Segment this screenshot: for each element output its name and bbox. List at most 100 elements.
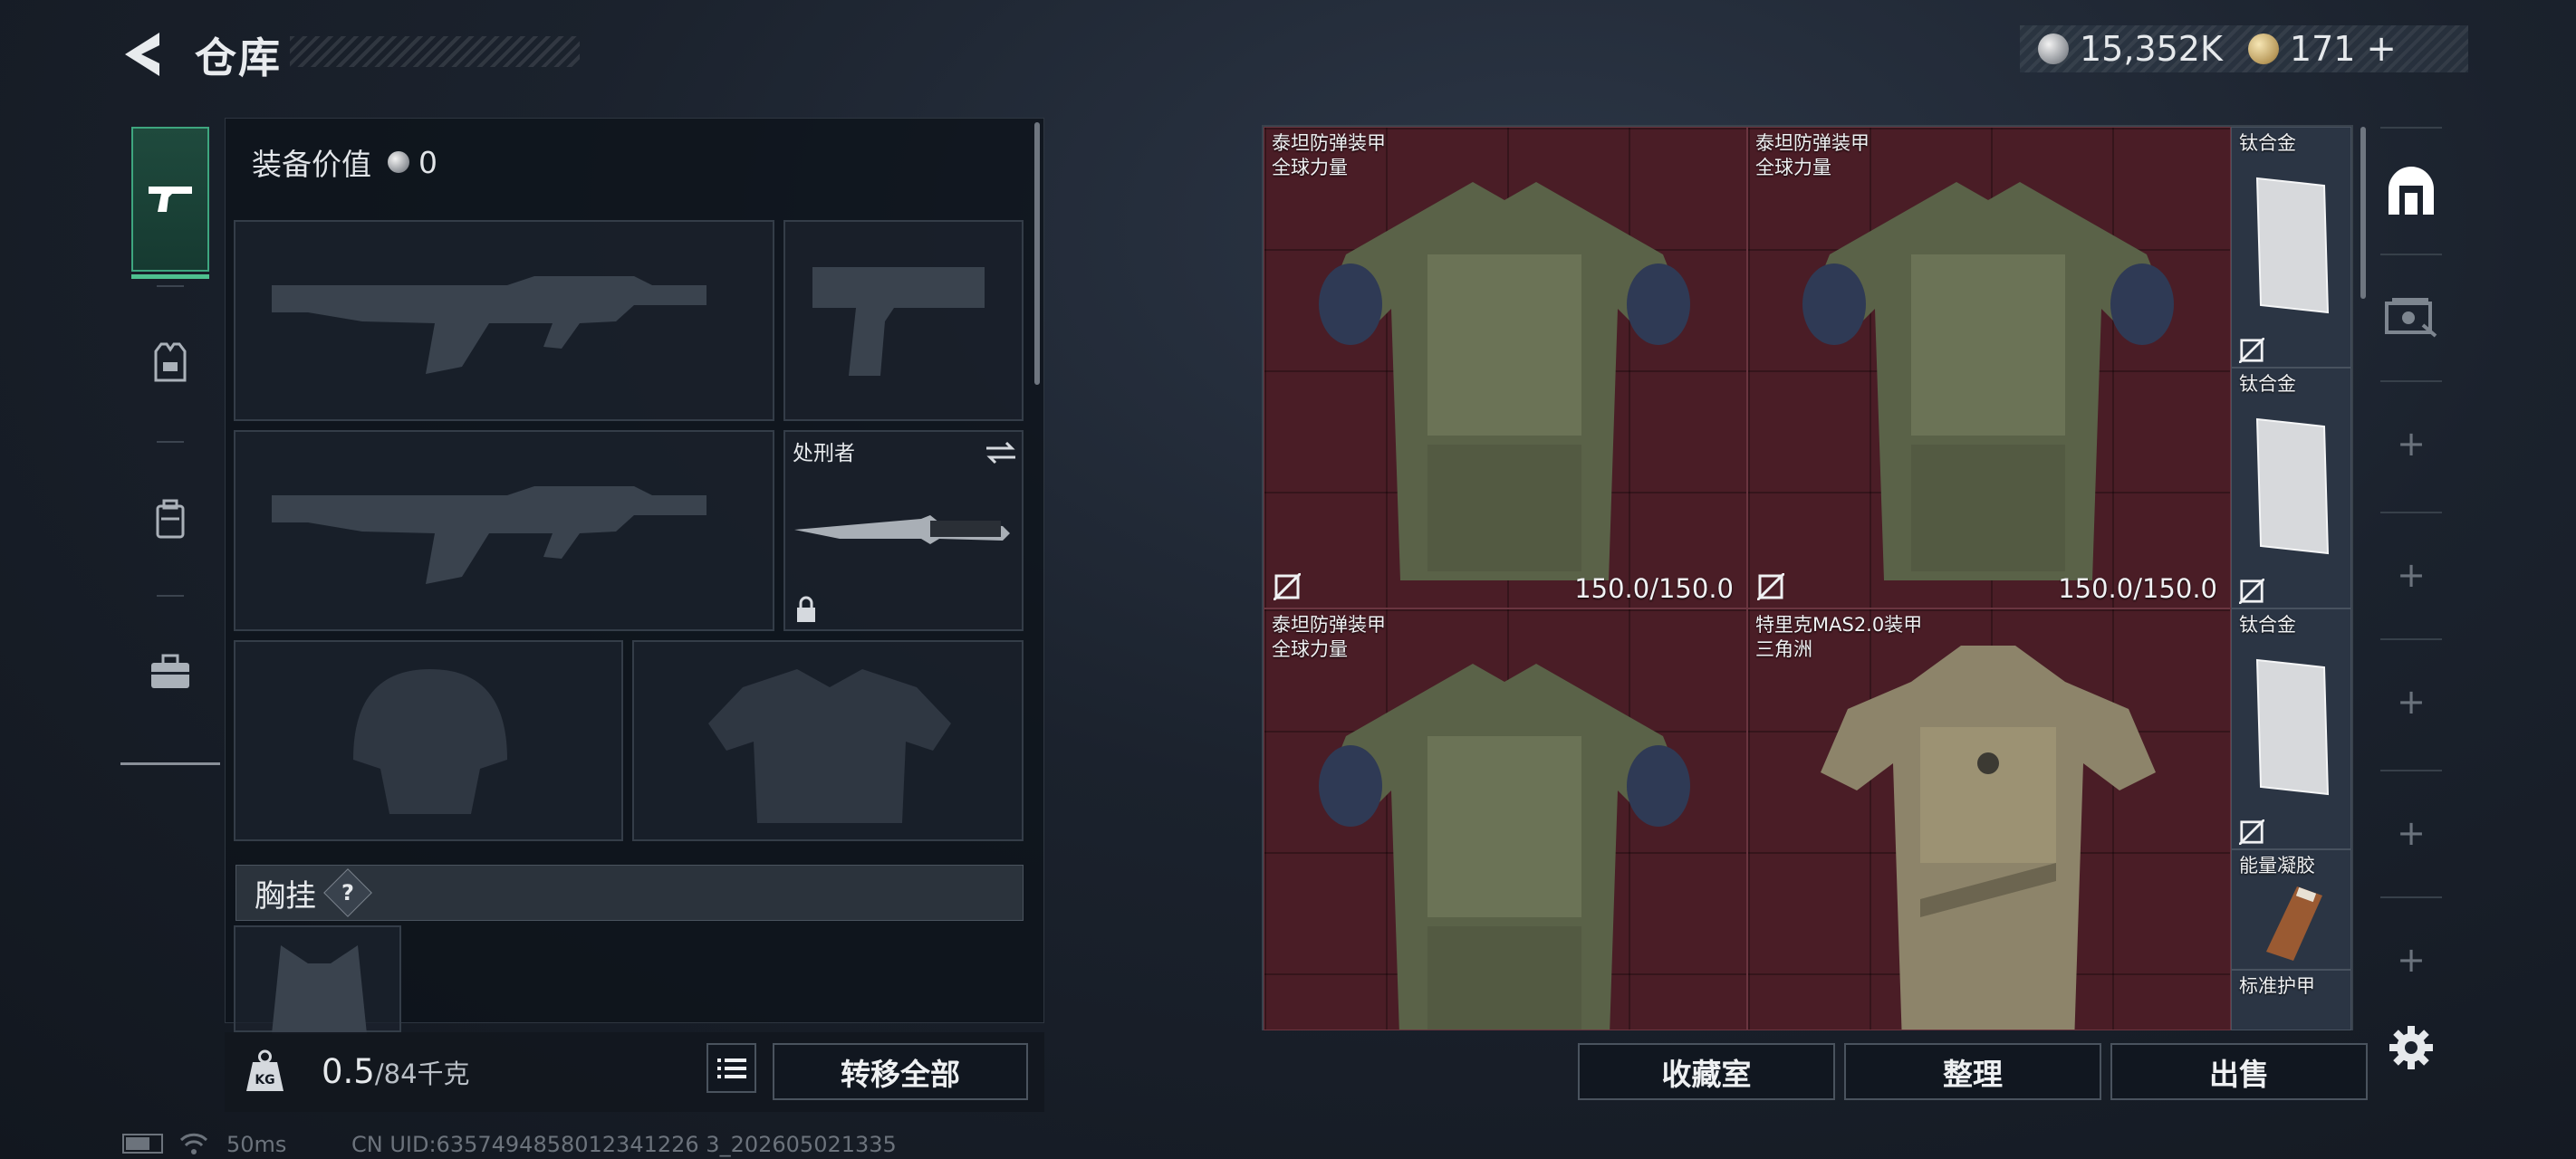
- left-nav: [120, 122, 220, 765]
- weight-icon: KG: [246, 1049, 284, 1091]
- silver-coin-icon: [388, 151, 409, 173]
- vest-icon: [154, 342, 187, 382]
- plus-icon: +: [2397, 555, 2426, 595]
- currency-bar: 15,352K 171 +: [2020, 25, 2468, 72]
- pistol-silhouette-icon: [812, 267, 985, 376]
- gold-coin-icon: [2247, 34, 2279, 64]
- gold-amount: 171: [2289, 29, 2356, 69]
- plus-icon: +: [2397, 682, 2426, 722]
- lock-icon: [797, 596, 815, 622]
- nav-case[interactable]: [131, 599, 209, 744]
- equipment-scrollbar[interactable]: [1034, 122, 1040, 385]
- rifle-silhouette-icon: [272, 486, 706, 584]
- chest-rig-slot[interactable]: [234, 925, 401, 1034]
- item-name: 钛合金: [2239, 132, 2296, 154]
- item-name-line2: 全球力量: [1272, 157, 1348, 178]
- nav-weapons[interactable]: [131, 127, 209, 279]
- item-name-line2: 全球力量: [1272, 638, 1348, 660]
- warehouse-icon: [2389, 167, 2434, 215]
- plus-icon: +: [2397, 424, 2426, 464]
- stash-item[interactable]: 钛合金: [2231, 608, 2351, 849]
- energy-gel-image: [2266, 886, 2322, 961]
- weight-max: /84千克: [374, 1058, 470, 1089]
- item-durability: 150.0/150.0: [2058, 573, 2217, 604]
- no-insure-icon: [2239, 338, 2264, 363]
- no-insure-icon: [1274, 573, 1301, 600]
- stash-item[interactable]: 泰坦防弹装甲 全球力量 150.0/150.0: [1747, 127, 2231, 608]
- add-stash-page-button[interactable]: +: [2375, 783, 2447, 883]
- mas-armor-image: [1821, 646, 2156, 1030]
- item-name: 泰坦防弹装甲 全球力量: [1272, 131, 1386, 180]
- add-stash-page-button[interactable]: +: [2375, 652, 2447, 752]
- transfer-all-button[interactable]: 转移全部: [773, 1043, 1028, 1100]
- item-name: 特里克MAS2.0装甲 三角洲: [1755, 613, 1922, 662]
- titan-armor-image: [1319, 664, 1690, 1030]
- chest-rig-label: 胸挂: [255, 877, 316, 915]
- item-name: 钛合金: [2239, 614, 2296, 636]
- equipment-value: 装备价值 0: [252, 140, 437, 184]
- item-name-line2: 全球力量: [1755, 157, 1831, 178]
- knife-icon: [794, 515, 1010, 544]
- titan-armor-image: [1802, 182, 2174, 580]
- stash-item[interactable]: 钛合金: [2231, 368, 2351, 608]
- equipment-value-amount: 0: [418, 144, 437, 180]
- svg-text:KG: KG: [255, 1073, 274, 1087]
- add-stash-page-button[interactable]: +: [2375, 394, 2447, 493]
- item-name: 能量凝胶: [2239, 855, 2315, 876]
- armor-slot[interactable]: [632, 640, 1024, 841]
- battery-icon: [122, 1134, 163, 1154]
- help-button[interactable]: ?: [323, 868, 372, 917]
- nav-backpack[interactable]: [131, 446, 209, 591]
- helmet-silhouette-icon: [353, 669, 507, 814]
- stash-item[interactable]: 标准护甲: [2231, 970, 2351, 1030]
- rifle-silhouette-icon: [272, 276, 706, 374]
- list-icon: [716, 1058, 746, 1078]
- stash-page-main[interactable]: [2375, 136, 2447, 244]
- item-name-line1: 泰坦防弹装甲: [1755, 132, 1870, 154]
- item-name: 泰坦防弹装甲 全球力量: [1755, 131, 1870, 180]
- weight-readout: 0.5/84千克: [322, 1052, 470, 1091]
- back-button[interactable]: [118, 27, 172, 81]
- silver-coin-icon: [2038, 34, 2069, 64]
- pistol-icon: [149, 187, 192, 212]
- weight-current: 0.5: [322, 1052, 375, 1091]
- sell-button[interactable]: 出售: [2110, 1043, 2368, 1100]
- item-durability: 150.0/150.0: [1574, 573, 1734, 604]
- stash-item[interactable]: 泰坦防弹装甲 全球力量: [1264, 608, 1747, 1030]
- add-currency-button[interactable]: +: [2366, 28, 2397, 70]
- silver-amount: 15,352K: [2080, 29, 2223, 69]
- settings-button[interactable]: [2375, 998, 2447, 1097]
- plus-icon: +: [2397, 940, 2426, 980]
- stash-item[interactable]: 能量凝胶: [2231, 849, 2351, 970]
- stash-item[interactable]: 特里克MAS2.0装甲 三角洲: [1747, 608, 2231, 1030]
- stash-scrollbar[interactable]: [2360, 127, 2366, 299]
- titan-armor-image: [1319, 182, 1690, 580]
- item-name: 标准护甲: [2239, 975, 2315, 997]
- equipment-value-label: 装备价值: [252, 147, 371, 182]
- item-name-line2: 三角洲: [1755, 638, 1812, 660]
- chest-rig-silhouette-icon: [272, 945, 367, 1034]
- stash-item[interactable]: 泰坦防弹装甲 全球力量 150.0/150.0: [1264, 127, 1747, 608]
- helmet-slot[interactable]: [234, 640, 623, 841]
- page-title: 仓库: [195, 34, 282, 82]
- collection-room-button[interactable]: 收藏室: [1578, 1043, 1835, 1100]
- melee-slot[interactable]: 处刑者: [783, 430, 1024, 631]
- titanium-plate-image: [2255, 177, 2330, 314]
- ping-text: 50ms: [226, 1132, 287, 1157]
- list-view-button[interactable]: [706, 1043, 756, 1093]
- nav-armor[interactable]: [131, 290, 209, 435]
- stash-item[interactable]: 钛合金: [2231, 127, 2351, 368]
- armor-silhouette-icon: [708, 669, 951, 823]
- add-stash-page-button[interactable]: +: [2375, 910, 2447, 1010]
- organize-button[interactable]: 整理: [1844, 1043, 2101, 1100]
- item-name: 钛合金: [2239, 373, 2296, 395]
- add-stash-page-button[interactable]: +: [2375, 525, 2447, 625]
- plus-icon: +: [2397, 813, 2426, 853]
- item-name: 泰坦防弹装甲 全球力量: [1272, 613, 1386, 662]
- back-arrow-icon: [125, 33, 159, 76]
- primary-weapon-slot[interactable]: [234, 220, 774, 421]
- display-case-icon: [2385, 298, 2437, 338]
- secondary-weapon-slot[interactable]: [234, 430, 774, 631]
- sidearm-slot[interactable]: [783, 220, 1024, 421]
- stash-page-gallery[interactable]: [2375, 263, 2447, 371]
